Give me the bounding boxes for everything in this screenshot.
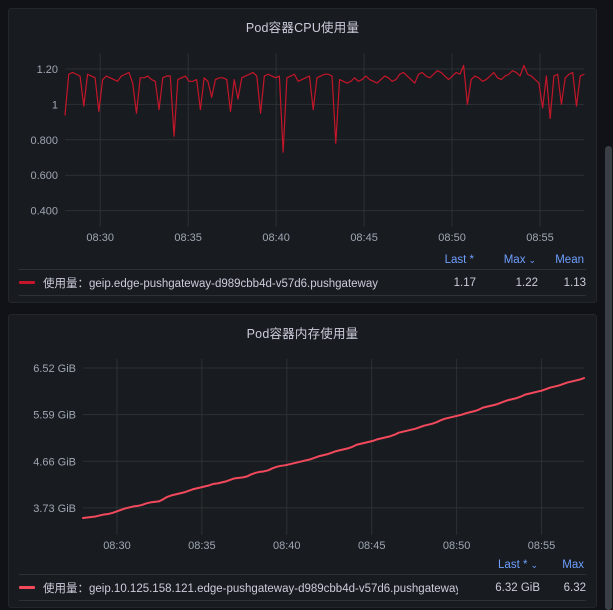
- legend-header-max-memory[interactable]: Max: [538, 559, 584, 571]
- legend-value-mean-cpu: 1.13: [563, 276, 586, 289]
- y-axis-tick-label: 0.400: [30, 206, 58, 218]
- legend-header-row-memory: Last * ⌄ Max: [19, 556, 586, 573]
- legend-divider-bottom-memory: [19, 600, 586, 601]
- legend-header-last-memory-label: Last *: [498, 558, 528, 571]
- legend-row-cpu[interactable]: 使用量：geip.edge-pushgateway-d989cbb4d-v57d…: [19, 270, 586, 295]
- legend-value-last-cpu: 1.17: [453, 276, 476, 289]
- legend-color-swatch-cpu[interactable]: [19, 281, 35, 284]
- x-axis-tick-label: 08:55: [526, 232, 554, 244]
- legend-value-max-memory: 6.32: [563, 581, 586, 594]
- legend-header-max-cpu-label: Max: [503, 253, 526, 266]
- legend-color-swatch-memory[interactable]: [19, 586, 35, 589]
- chevron-down-icon: ⌄: [528, 254, 536, 265]
- legend-row-memory[interactable]: 使用量：geip.10.125.158.121.edge-pushgateway…: [19, 575, 586, 600]
- page-title-memory: Pod容器内存使用量: [246, 327, 359, 341]
- legend-cpu: Last * Max ⌄ Mean 使用量：geip.edge-pushgatew…: [9, 251, 596, 302]
- x-axis-tick-label: 08:45: [350, 232, 378, 244]
- legend-memory: Last * ⌄ Max 使用量：geip.10.125.158.121.edge…: [9, 556, 596, 607]
- page-title-cpu: Pod容器CPU使用量: [245, 21, 360, 35]
- legend-header-mean-cpu[interactable]: Mean: [536, 254, 584, 266]
- y-axis-tick-label: 6.52 GiB: [33, 363, 76, 375]
- y-axis-tick-label: 4.66 GiB: [33, 456, 76, 468]
- y-axis-tick-label: 1.20: [37, 64, 58, 76]
- legend-header-last-memory[interactable]: Last * ⌄: [456, 559, 538, 571]
- legend-value-last-memory: 6.32 GiB: [495, 581, 540, 594]
- legend-header-row-cpu: Last * Max ⌄ Mean: [19, 251, 586, 268]
- x-axis-tick-label: 08:50: [438, 232, 466, 244]
- series-line: [64, 64, 585, 153]
- legend-divider-bottom-cpu: [19, 295, 586, 296]
- series-line: [82, 377, 585, 519]
- legend-header-max-memory-label: Max: [562, 558, 584, 571]
- y-axis-tick-label: 5.59 GiB: [33, 410, 76, 422]
- legend-header-last-cpu-label: Last *: [444, 253, 474, 266]
- x-axis-tick-label: 08:45: [358, 540, 386, 552]
- x-axis-tick-label: 08:30: [103, 540, 131, 552]
- x-axis-tick-label: 08:50: [443, 540, 471, 552]
- chevron-down-icon: ⌄: [530, 559, 538, 570]
- y-axis-tick-label: 3.73 GiB: [33, 503, 76, 515]
- chart-area-memory[interactable]: 6.52 GiB 5.59 GiB 4.66 GiB 3.73 GiB 08:30 08:…: [9, 341, 597, 561]
- legend-header-last-cpu[interactable]: Last *: [408, 254, 474, 266]
- x-axis-tick-label: 08:35: [174, 232, 202, 244]
- memory-usage-line-chart[interactable]: 6.52 GiB 5.59 GiB 4.66 GiB 3.73 GiB 08:30 08:…: [9, 341, 597, 561]
- legend-header-mean-cpu-label: Mean: [555, 253, 584, 266]
- legend-value-max-cpu: 1.22: [515, 276, 538, 289]
- legend-series-label-memory[interactable]: 使用量：geip.10.125.158.121.edge-pushgateway…: [43, 580, 458, 596]
- vertical-scrollbar[interactable]: [605, 146, 612, 610]
- y-axis-tick-label: 1: [52, 99, 58, 111]
- vertical-scrollbar-track[interactable]: [604, 0, 613, 610]
- y-axis-tick-label: 0.600: [30, 170, 58, 182]
- x-axis-tick-label: 08:55: [528, 540, 556, 552]
- x-axis-tick-label: 08:30: [86, 232, 114, 244]
- chart-area-cpu[interactable]: 1.20 1 0.800 0.600 0.400 08:30 08:35 08:40 08:45…: [9, 35, 597, 253]
- dashboard-root: Pod容器CPU使用量 1.20 1 0.800 0.600 0.400 08:30 08:…: [0, 0, 613, 610]
- x-axis-tick-label: 08:40: [262, 232, 290, 244]
- legend-series-label-cpu[interactable]: 使用量：geip.edge-pushgateway-d989cbb4d-v57d…: [43, 275, 410, 291]
- legend-header-max-cpu[interactable]: Max ⌄: [474, 254, 536, 266]
- y-axis-tick-label: 0.800: [30, 135, 58, 147]
- x-axis-tick-label: 08:35: [188, 540, 216, 552]
- panel-pod-cpu: Pod容器CPU使用量 1.20 1 0.800 0.600 0.400 08:30 08:…: [8, 8, 597, 303]
- panel-pod-memory: Pod容器内存使用量 6.52 GiB 5.59 GiB 4.66 GiB 3.73 …: [8, 314, 597, 608]
- x-axis-tick-label: 08:40: [273, 540, 301, 552]
- cpu-usage-line-chart[interactable]: 1.20 1 0.800 0.600 0.400 08:30 08:35 08:40 08:45…: [9, 35, 597, 253]
